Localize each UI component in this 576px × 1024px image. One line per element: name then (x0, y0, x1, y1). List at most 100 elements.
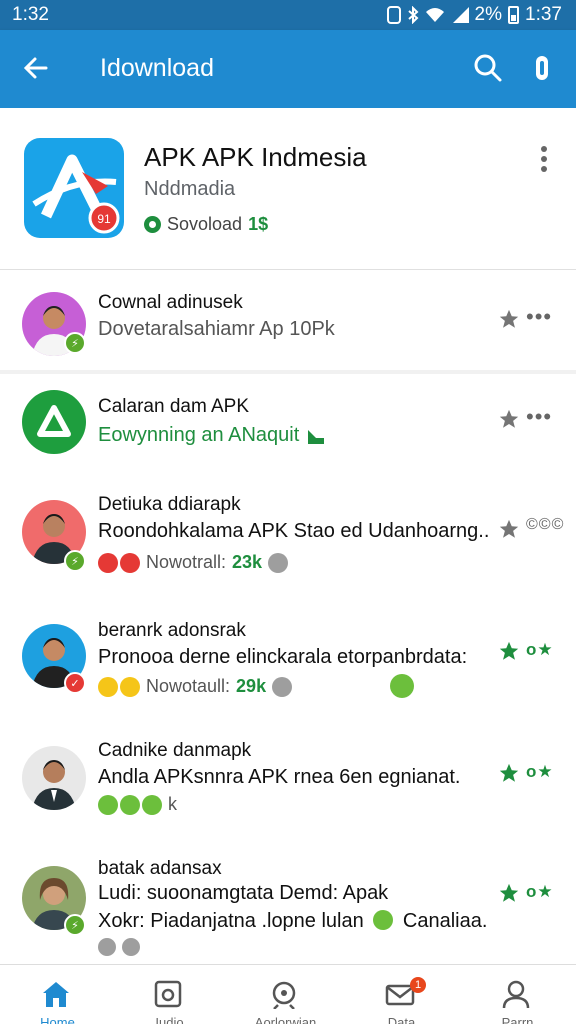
wifi-icon (425, 8, 444, 22)
app-header-card[interactable]: 91 APK APK Indmesia Nddmadia Sovoload 1$ (0, 108, 576, 270)
item-name: batak adansax (98, 858, 222, 879)
share-icon[interactable] (272, 676, 293, 697)
more-icon[interactable]: o★ (526, 640, 554, 660)
feed-item[interactable]: Calaran dam APK Eowynning an ANaquit ••• (0, 374, 576, 474)
nav-label: Parrn (501, 1015, 534, 1024)
app-logo-badge: 91 (97, 212, 111, 226)
back-arrow-icon[interactable] (20, 52, 52, 84)
item-name: beranrk adonsrak (98, 620, 246, 641)
angry-emoji-icon (98, 552, 118, 573)
star-icon[interactable] (498, 518, 520, 540)
nav-data[interactable]: 1 Data (344, 965, 459, 1024)
clover-icon (142, 794, 162, 815)
search-icon[interactable] (472, 52, 504, 84)
more-icon[interactable]: ••• (526, 304, 552, 330)
item-text: Pronooa derne elinckarala etorpanbrdata: (98, 646, 468, 668)
nav-home[interactable]: Home (0, 965, 115, 1024)
download-status-icon (144, 216, 161, 233)
feed-item[interactable]: ✓ beranrk adonsrak Pronooa derne elincka… (0, 614, 576, 714)
bottom-nav: Home Iudio Aorlorwian 1 Data Parrn (0, 964, 576, 1024)
nav-profile[interactable]: Parrn (460, 965, 575, 1024)
more-icon[interactable]: o★ (526, 762, 554, 782)
star-icon[interactable] (498, 308, 520, 330)
nav-library[interactable]: Iudio (112, 965, 227, 1024)
meta-label: Nowotaull: (146, 676, 231, 696)
nav-label: Aorlorwian (254, 1015, 317, 1024)
status-icons: 2% 1:37 (386, 4, 562, 26)
share-icon[interactable] (268, 552, 289, 573)
star-icon[interactable] (498, 882, 520, 904)
star-icon[interactable] (498, 408, 520, 430)
app-bar-title: Idownload (100, 54, 214, 82)
smiley-icon (390, 674, 414, 698)
avatar[interactable] (22, 746, 86, 810)
more-icon[interactable]: ••• (526, 404, 552, 430)
item-text: Dovetaralsahiamr Ap 10Pk (98, 318, 335, 340)
verified-badge-icon: ⚡ (64, 332, 86, 354)
meta-count: 29k (236, 676, 267, 696)
item-text-2-end: Canaliaa. (402, 910, 488, 932)
item-text: Ludi: suoonamgtata Demd: Apak (98, 882, 389, 904)
clover-icon (98, 794, 118, 815)
battery-percent: 2% (474, 4, 503, 25)
nfc-icon (386, 6, 401, 24)
feed-item[interactable]: ⚡ Detiuka ddiarapk Roondohkalama APK Sta… (0, 490, 576, 590)
star-icon[interactable] (498, 762, 520, 784)
battery-icon (508, 6, 520, 24)
meta-label: Nowotrall: (146, 552, 227, 572)
person-icon (502, 980, 530, 1009)
item-name: Cownal adinusek (98, 292, 243, 313)
feed-item[interactable]: Cadnike danmapk Andla APKsnnra APK rnea … (0, 736, 576, 836)
meta-count: 23k (232, 552, 263, 572)
nav-label: Data (387, 1015, 416, 1024)
item-meta (98, 938, 140, 956)
app-subtitle: Nddmadia (144, 178, 236, 200)
more-vert-icon[interactable] (530, 52, 554, 84)
app-title: APK APK Indmesia (144, 142, 367, 172)
home-icon (43, 982, 69, 1007)
search-icon (272, 981, 296, 1009)
signal-icon (452, 7, 469, 23)
item-text: Roondohkalama APK Stao ed Udanhoarng.. (98, 520, 490, 542)
download-count: 1$ (248, 214, 269, 234)
smiley-icon (373, 910, 394, 930)
comment-icon[interactable] (98, 938, 116, 956)
item-text: Andla APKsnnra APK rnea 6en egnianat. (98, 766, 461, 788)
verified-badge-icon: ⚡ (64, 550, 86, 572)
item-meta: Nowotrall: 23k (98, 552, 289, 573)
clover-icon (120, 794, 140, 815)
more-icon[interactable]: ©©© (526, 516, 564, 534)
item-text-2-start: Xokr: Piadanjatna .lopne lulan (98, 910, 364, 932)
feed-item[interactable]: ⚡ Cownal adinusek Dovetaralsahiamr Ap 10… (0, 274, 576, 374)
person-photo (32, 760, 76, 810)
item-text-2: Xokr: Piadanjatna .lopne lulan Canaliaa. (98, 910, 487, 933)
feed-item[interactable]: ⚡ batak adansax Ludi: suoonamgtata Demd:… (0, 856, 576, 956)
item-text: Eowynning an ANaquit (98, 424, 300, 446)
star-icon[interactable] (498, 640, 520, 662)
item-name: Cadnike danmapk (98, 740, 252, 761)
item-name: Detiuka ddiarapk (98, 494, 241, 515)
status-bar: 1:32 2% 1:37 (0, 0, 576, 30)
avatar[interactable] (22, 390, 86, 454)
status-time-left: 1:32 (12, 4, 49, 25)
download-label: Sovoload (167, 214, 243, 234)
smile-emoji-icon (98, 676, 118, 697)
app-logo-icon: 91 (32, 154, 120, 234)
item-meta: k (98, 794, 177, 815)
app-menu-icon[interactable] (532, 144, 556, 174)
nav-label: Home (40, 1015, 75, 1024)
notification-badge: 1 (410, 977, 426, 993)
app-bar: Idownload (0, 30, 576, 108)
item-name: Calaran dam APK (98, 396, 250, 417)
app-logo[interactable]: 91 (24, 138, 124, 238)
verified-badge-icon: ⚡ (64, 914, 86, 936)
brand-logo-icon (37, 405, 71, 437)
download-info: Sovoload 1$ (144, 214, 268, 235)
share-icon[interactable] (122, 938, 140, 956)
nav-label: Iudio (155, 1015, 184, 1024)
smile-emoji-icon (120, 676, 140, 697)
bluetooth-icon (407, 6, 419, 24)
nav-explore[interactable]: Aorlorwian (228, 965, 343, 1024)
more-icon[interactable]: o★ (526, 882, 554, 902)
item-meta: Nowotaull: 29k (98, 676, 293, 697)
